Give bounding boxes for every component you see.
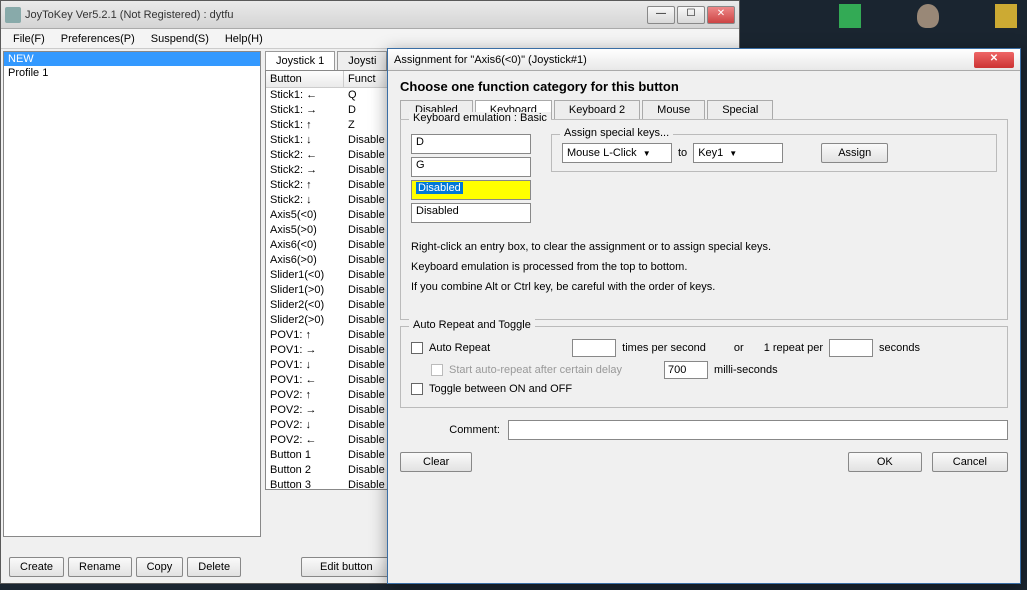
delay-input[interactable] [664,361,708,379]
ms-label: milli-seconds [714,364,778,376]
ok-button[interactable]: OK [848,452,922,472]
seconds-input[interactable] [829,339,873,357]
maximize-button[interactable]: ☐ [677,6,705,24]
profile-item[interactable]: NEW [4,52,260,66]
tab-joystick-1[interactable]: Joystick 1 [265,51,335,70]
dialog-heading: Choose one function category for this bu… [400,79,1008,94]
cell-button: Axis5(>0) [266,223,344,238]
help-text-1: Right-click an entry box, to clear the a… [411,237,997,257]
cancel-button[interactable]: Cancel [932,452,1008,472]
taskbar-icon-3[interactable] [995,4,1017,28]
key-input-1[interactable]: D [411,134,531,154]
cell-button: Stick2: ← [266,148,344,163]
help-text-2: Keyboard emulation is processed from the… [411,257,997,277]
or-label: or [734,342,744,354]
auto-legend: Auto Repeat and Toggle [409,319,535,331]
delete-button[interactable]: Delete [187,557,241,577]
dialog-title: Assignment for "Axis6(<0)" (Joystick#1) [394,54,974,66]
assign-button[interactable]: Assign [821,143,888,163]
key-input-2[interactable]: G [411,157,531,177]
assignment-dialog: Assignment for "Axis6(<0)" (Joystick#1) … [387,48,1021,584]
cell-button: Stick2: ↓ [266,193,344,208]
comment-label: Comment: [400,424,500,436]
taskbar-icon-1[interactable] [839,4,861,28]
main-titlebar[interactable]: JoyToKey Ver5.2.1 (Not Registered) : dyt… [1,1,739,29]
menu-help[interactable]: Help(H) [217,31,271,47]
create-button[interactable]: Create [9,557,64,577]
menubar: File(F) Preferences(P) Suspend(S) Help(H… [1,29,739,49]
cell-button: Button 2 [266,463,344,478]
cell-button: POV1: ← [266,373,344,388]
seconds-label: seconds [879,342,920,354]
cell-button: Slider2(>0) [266,313,344,328]
profile-list[interactable]: NEW Profile 1 [3,51,261,537]
cell-button: Slider1(>0) [266,283,344,298]
cell-button: POV2: → [266,403,344,418]
cell-button: Slider1(<0) [266,268,344,283]
help-text-3: If you combine Alt or Ctrl key, be caref… [411,277,997,297]
cell-button: Stick2: → [266,163,344,178]
cell-button: POV1: ↓ [266,358,344,373]
taskbar-icon-2[interactable] [917,4,939,28]
assign-legend: Assign special keys... [560,127,673,139]
rename-button[interactable]: Rename [68,557,132,577]
start-delay-checkbox [431,364,443,376]
menu-file[interactable]: File(F) [5,31,53,47]
th-button[interactable]: Button [266,71,344,87]
assign-to-select[interactable]: Key1▼ [693,143,783,163]
assign-from-select[interactable]: Mouse L-Click▼ [562,143,672,163]
copy-button[interactable]: Copy [136,557,184,577]
toggle-label: Toggle between ON and OFF [429,383,572,395]
dialog-close-icon[interactable]: ✕ [974,52,1014,68]
times-per-second-input[interactable] [572,339,616,357]
cell-button: POV2: ← [266,433,344,448]
cell-button: POV2: ↓ [266,418,344,433]
cell-button: Stick1: → [266,103,344,118]
cell-button: Stick1: ↑ [266,118,344,133]
repeat-per-label: 1 repeat per [764,342,823,354]
tab-special[interactable]: Special [707,100,773,119]
tab-joystick-2[interactable]: Joysti [337,51,387,70]
key-input-4[interactable]: Disabled [411,203,531,223]
cell-button: Axis6(>0) [266,253,344,268]
tab-keyboard2[interactable]: Keyboard 2 [554,100,640,119]
tab-mouse[interactable]: Mouse [642,100,705,119]
cell-button: Button 1 [266,448,344,463]
cell-button: POV1: ↑ [266,328,344,343]
chevron-down-icon: ▼ [643,149,651,158]
cell-button: Slider2(<0) [266,298,344,313]
dialog-titlebar[interactable]: Assignment for "Axis6(<0)" (Joystick#1) … [388,49,1020,71]
edit-button[interactable]: Edit button [301,557,392,577]
key-input-3[interactable]: Disabled [411,180,531,200]
cell-button: Stick2: ↑ [266,178,344,193]
kb-legend: Keyboard emulation : Basic [409,112,551,124]
cell-button: Axis6(<0) [266,238,344,253]
close-button[interactable]: ✕ [707,6,735,24]
cell-button: Stick1: ← [266,88,344,103]
cell-button: POV1: → [266,343,344,358]
app-icon [5,7,21,23]
auto-repeat-checkbox[interactable] [411,342,423,354]
times-label: times per second [622,342,706,354]
clear-button[interactable]: Clear [400,452,472,472]
cell-button: POV2: ↑ [266,388,344,403]
toggle-checkbox[interactable] [411,383,423,395]
chevron-down-icon: ▼ [729,149,737,158]
assign-to-label: to [678,147,687,159]
cell-button: Axis5(<0) [266,208,344,223]
start-delay-label: Start auto-repeat after certain delay [449,364,622,376]
menu-suspend[interactable]: Suspend(S) [143,31,217,47]
comment-input[interactable] [508,420,1008,440]
cell-button: Button 3 [266,478,344,490]
minimize-button[interactable]: — [647,6,675,24]
menu-preferences[interactable]: Preferences(P) [53,31,143,47]
window-title: JoyToKey Ver5.2.1 (Not Registered) : dyt… [25,9,645,21]
cell-button: Stick1: ↓ [266,133,344,148]
profile-item[interactable]: Profile 1 [4,66,260,80]
auto-repeat-label: Auto Repeat [429,342,490,354]
